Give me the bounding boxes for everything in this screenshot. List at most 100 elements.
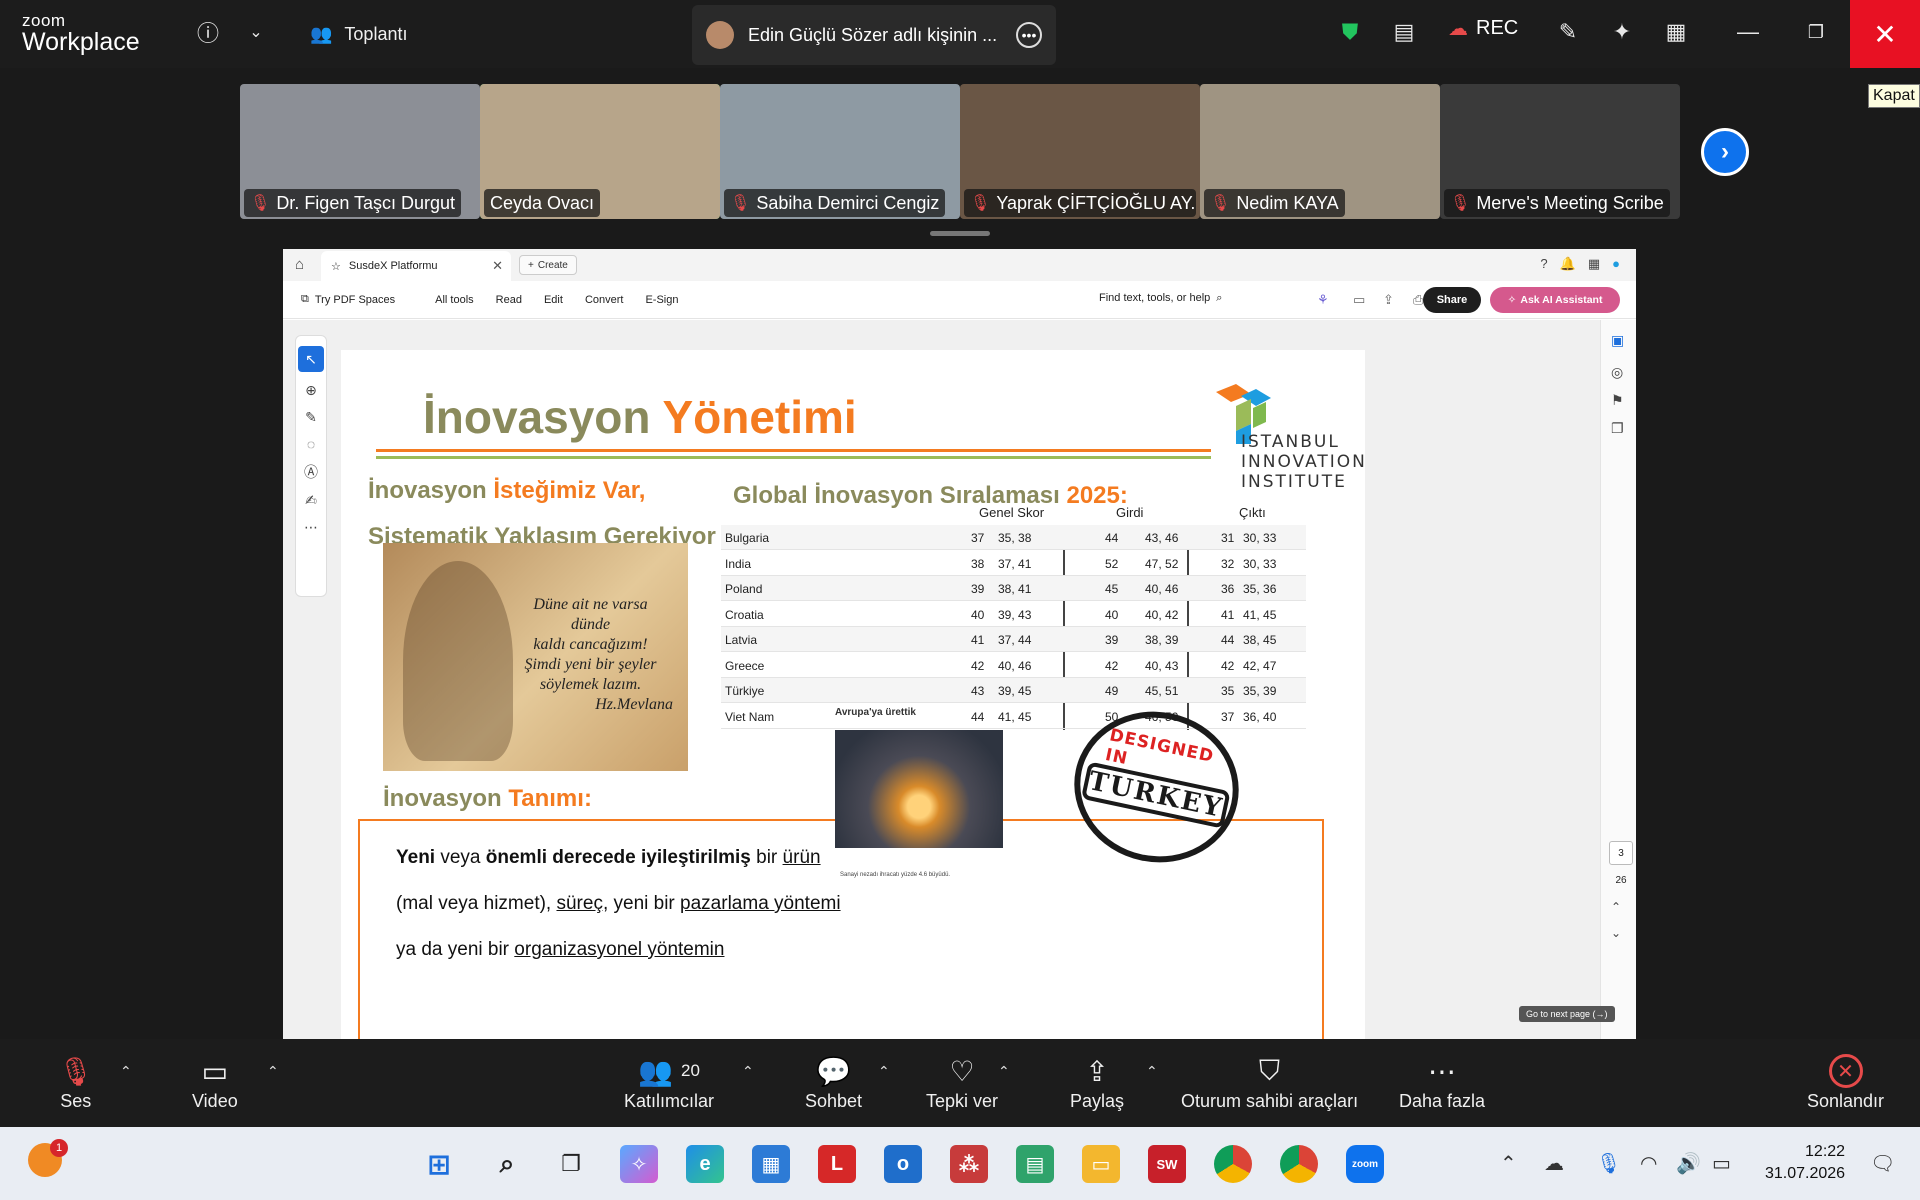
profile-icon[interactable]: ● bbox=[1612, 256, 1620, 272]
cloud-offline-icon[interactable]: ☁ bbox=[1544, 1151, 1564, 1176]
chat-options-caret-icon[interactable]: ⌃ bbox=[878, 1063, 890, 1080]
upload-icon[interactable]: ⇪ bbox=[1383, 292, 1394, 308]
more-options-icon[interactable]: ••• bbox=[1016, 22, 1042, 48]
lasso-icon[interactable]: ◌ bbox=[307, 436, 315, 452]
volume-icon[interactable]: 🔊 bbox=[1676, 1151, 1701, 1176]
value-cell: 41, 45 bbox=[1243, 607, 1277, 622]
encryption-shield-icon[interactable]: ⛊ bbox=[1330, 12, 1370, 52]
participant-tile[interactable]: 🎙 Dr. Figen Taşcı Durgut bbox=[240, 84, 480, 219]
chrome-profile-icon[interactable] bbox=[1280, 1145, 1318, 1183]
video-button[interactable]: ▭ Video bbox=[192, 1051, 238, 1112]
share-button[interactable]: Share bbox=[1423, 287, 1481, 313]
screen-share-indicator[interactable]: Edin Güçlü Sözer adlı kişinin ... ••• bbox=[692, 5, 1056, 65]
project-app-icon[interactable]: ▤ bbox=[1016, 1145, 1054, 1183]
participants-options-caret-icon[interactable]: ⌃ bbox=[742, 1063, 754, 1080]
bell-icon[interactable]: 🔔 bbox=[1560, 256, 1576, 272]
next-page-icon[interactable]: ⌄ bbox=[1611, 926, 1621, 940]
participant-name-tag: 🎙 Nedim KAYA bbox=[1204, 189, 1345, 217]
close-tab-icon[interactable]: ✕ bbox=[492, 258, 503, 274]
battery-icon[interactable]: ▭ bbox=[1712, 1151, 1731, 1176]
participants-button[interactable]: 👥 20 Katılımcılar bbox=[624, 1051, 714, 1112]
solidworks-icon[interactable]: SW bbox=[1148, 1145, 1186, 1183]
meeting-button[interactable]: 👥 Toplantı bbox=[310, 14, 407, 54]
all-tools-menu[interactable]: All tools bbox=[435, 294, 474, 306]
participant-tile[interactable]: 🎙 Merve's Meeting Scribe bbox=[1440, 84, 1680, 219]
chat-button[interactable]: 💬 Sohbet bbox=[805, 1051, 862, 1112]
apps-icon[interactable]: ▦ bbox=[1588, 256, 1600, 272]
participant-tile[interactable]: 🎙 Sabiha Demirci Cengiz bbox=[720, 84, 960, 219]
share-screen-button[interactable]: ⇪ Paylaş bbox=[1070, 1051, 1124, 1112]
start-menu-icon[interactable]: ⊞ bbox=[420, 1145, 458, 1183]
attachments-icon[interactable]: ◎ bbox=[1611, 364, 1623, 381]
try-pdf-spaces-button[interactable]: ⧉ Try PDF Spaces bbox=[301, 293, 395, 306]
save-icon[interactable]: ▭ bbox=[1353, 292, 1365, 308]
microphone-tray-icon[interactable]: 🎙 bbox=[1596, 1151, 1621, 1176]
ask-ai-assistant-button[interactable]: ✧ Ask AI Assistant bbox=[1490, 287, 1620, 313]
file-explorer-icon[interactable]: ▭ bbox=[1082, 1145, 1120, 1183]
participant-tile-active-speaker[interactable]: Ceyda Ovacı bbox=[480, 84, 720, 219]
next-participants-button[interactable]: › bbox=[1701, 128, 1749, 176]
red-app-icon[interactable]: ⁂ bbox=[950, 1145, 988, 1183]
sign-icon[interactable]: ✍ bbox=[305, 492, 317, 509]
zoom-taskbar-icon[interactable]: zoom bbox=[1346, 1145, 1384, 1183]
text-select-icon[interactable]: Ⓐ bbox=[304, 462, 318, 482]
apps-grid-icon[interactable]: ▦ bbox=[1656, 12, 1696, 52]
system-clock[interactable]: 12:22 31.07.2026 bbox=[1765, 1141, 1845, 1185]
share-options-caret-icon[interactable]: ⌃ bbox=[1146, 1063, 1158, 1080]
more-button[interactable]: ⋯ Daha fazla bbox=[1399, 1051, 1485, 1112]
home-icon[interactable]: ⌂ bbox=[295, 256, 304, 273]
l-app-icon[interactable]: L bbox=[818, 1145, 856, 1183]
search-icon[interactable]: ⌕ bbox=[488, 1145, 526, 1183]
minimize-icon[interactable]: — bbox=[1728, 12, 1768, 52]
audio-button[interactable]: 🎙 Ses bbox=[58, 1051, 94, 1112]
create-button[interactable]: + Create bbox=[519, 255, 577, 275]
captions-icon[interactable]: ▤ bbox=[1384, 12, 1424, 52]
bookmarks-icon[interactable]: ⚑ bbox=[1611, 392, 1624, 409]
host-tools-button[interactable]: ⛉ Oturum sahibi araçları bbox=[1181, 1051, 1358, 1112]
resize-handle[interactable] bbox=[930, 231, 990, 236]
zoom-tool-icon[interactable]: ⊕ bbox=[305, 382, 317, 399]
annotate-icon[interactable]: ✎ bbox=[1548, 12, 1588, 52]
recording-indicator[interactable]: ☁ REC bbox=[1448, 16, 1518, 41]
ai-tools-icon[interactable]: ⚘ bbox=[1317, 292, 1329, 308]
ai-companion-icon[interactable]: ✦ bbox=[1602, 12, 1642, 52]
print-icon[interactable]: ⎙ bbox=[1413, 292, 1423, 308]
pages-icon[interactable]: ❐ bbox=[1611, 420, 1624, 437]
participant-tile[interactable]: 🎙 Yaprak ÇİFTÇİOĞLU AY... bbox=[960, 84, 1200, 219]
cloud-record-icon: ☁ bbox=[1448, 18, 1468, 40]
previous-page-icon[interactable]: ⌃ bbox=[1611, 900, 1621, 914]
close-icon: ✕ bbox=[1873, 18, 1897, 50]
outlook-icon[interactable]: o bbox=[884, 1145, 922, 1183]
select-cursor-icon[interactable]: ↖ bbox=[298, 346, 324, 372]
institute-logo-text: ISTANBUL INNOVATION INSTITUTE bbox=[1241, 432, 1365, 492]
convert-menu[interactable]: Convert bbox=[585, 294, 624, 306]
current-page-input[interactable]: 3 bbox=[1609, 841, 1633, 865]
help-icon[interactable]: ? bbox=[1540, 256, 1547, 272]
meeting-info-icon[interactable]: ⓘ bbox=[188, 12, 228, 52]
tray-overflow-icon[interactable]: ⌃ bbox=[1500, 1151, 1517, 1176]
copilot-icon[interactable]: ✧ bbox=[620, 1145, 658, 1183]
react-button[interactable]: ♡ Tepki ver bbox=[926, 1051, 998, 1112]
participant-tile[interactable]: 🎙 Nedim KAYA bbox=[1200, 84, 1440, 219]
chevron-down-icon[interactable]: ⌄ bbox=[236, 12, 276, 52]
more-tools-icon[interactable]: ⋯ bbox=[304, 519, 318, 536]
chrome-icon[interactable] bbox=[1214, 1145, 1252, 1183]
audio-options-caret-icon[interactable]: ⌃ bbox=[120, 1063, 132, 1080]
video-options-caret-icon[interactable]: ⌃ bbox=[267, 1063, 279, 1080]
edit-menu[interactable]: Edit bbox=[544, 294, 563, 306]
edge-browser-icon[interactable]: e bbox=[686, 1145, 724, 1183]
store-icon[interactable]: ▦ bbox=[752, 1145, 790, 1183]
wifi-icon[interactable]: ◠ bbox=[1640, 1151, 1657, 1176]
react-options-caret-icon[interactable]: ⌃ bbox=[998, 1063, 1010, 1080]
window-close-button[interactable]: ✕ bbox=[1850, 0, 1920, 68]
esign-menu[interactable]: E-Sign bbox=[645, 294, 678, 306]
browser-tab[interactable]: ☆ SusdeX Platformu ✕ bbox=[321, 251, 511, 281]
highlight-pen-icon[interactable]: ✎ bbox=[305, 409, 317, 426]
task-view-icon[interactable]: ❐ bbox=[552, 1145, 590, 1183]
restore-icon[interactable]: ❐ bbox=[1796, 12, 1836, 52]
find-tools-search[interactable]: Find text, tools, or help ⌕ bbox=[1099, 292, 1222, 305]
comment-panel-icon[interactable]: ▣ bbox=[1611, 332, 1624, 349]
read-menu[interactable]: Read bbox=[496, 294, 522, 306]
end-meeting-button[interactable]: ✕ Sonlandır bbox=[1807, 1051, 1884, 1112]
notifications-icon[interactable]: 🗨 bbox=[1870, 1151, 1895, 1176]
